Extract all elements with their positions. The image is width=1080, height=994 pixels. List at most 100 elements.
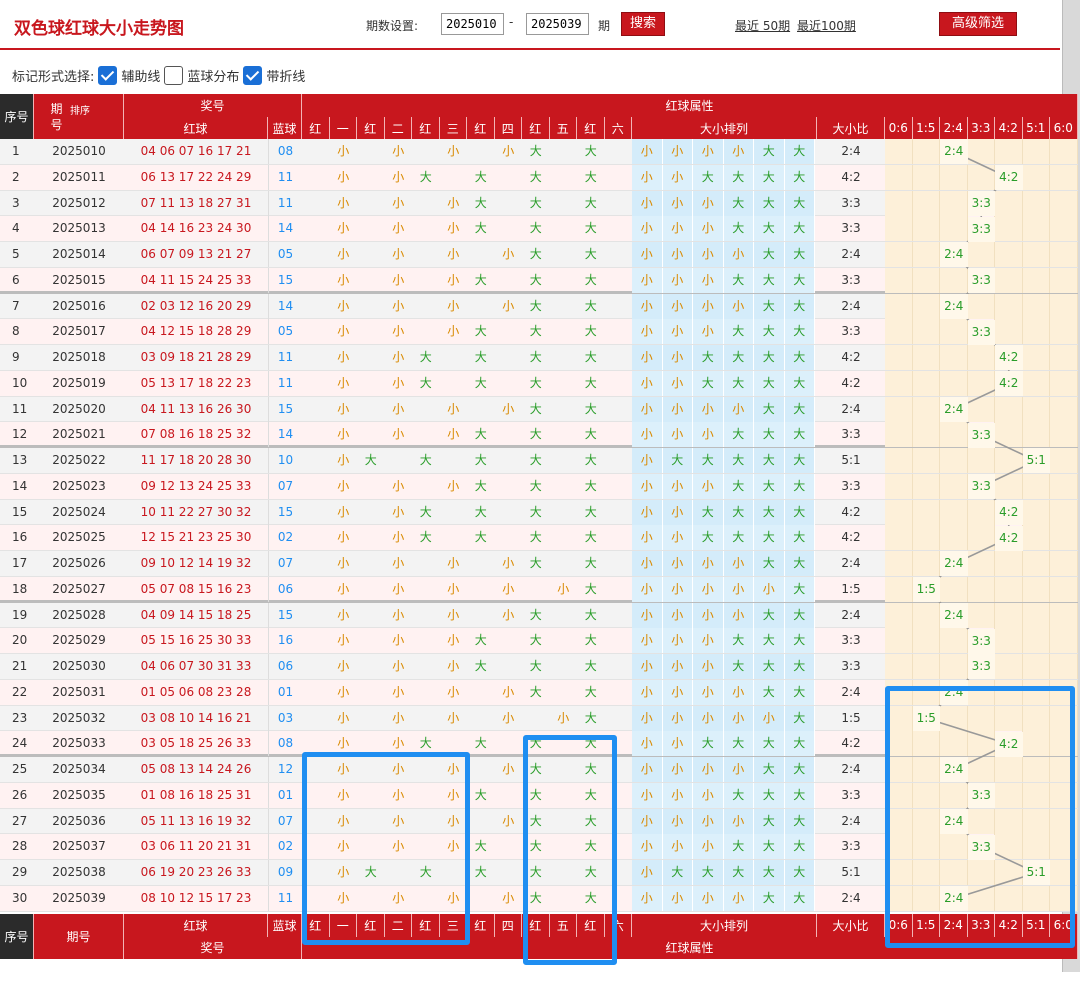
row-issue: 2025021	[52, 427, 106, 442]
pos-cell: 小	[392, 195, 405, 210]
row-red-balls: 05 15 16 25 30 33	[140, 633, 252, 648]
ratio-mark: 4:2	[995, 371, 1023, 397]
row-red-balls: 07 08 16 18 25 32	[140, 427, 252, 442]
pos-cell: 大	[529, 607, 542, 622]
size-cell: 小	[632, 164, 663, 190]
size-cell: 大	[723, 628, 754, 654]
search-button[interactable]: 搜索	[621, 12, 665, 36]
ratio-grid-cell	[885, 602, 913, 628]
pos-cell: 小	[447, 710, 460, 725]
pos-cell: 小	[337, 478, 350, 493]
ratio-grid-cell	[967, 525, 995, 551]
row-seq: 8	[12, 324, 20, 339]
pos-cell: 小	[447, 195, 460, 210]
pos-cell: 大	[584, 581, 597, 596]
pos-cell: 小	[447, 272, 460, 287]
ratio-grid-cell	[912, 139, 940, 164]
row-red-balls: 07 11 13 18 27 31	[140, 195, 252, 210]
row-seq: 19	[12, 607, 28, 622]
pos-cell: 小	[337, 195, 350, 210]
pos-cell: 大	[419, 504, 432, 519]
pos-cell: 大	[474, 350, 487, 364]
size-cell: 小	[632, 679, 663, 705]
pos-cell: 小	[447, 581, 460, 596]
pos-cell: 大	[474, 530, 487, 545]
blue-dist-checkbox[interactable]	[164, 66, 184, 85]
size-cell: 大	[754, 448, 785, 473]
size-cell: 大	[784, 705, 815, 731]
ratio-mark: 2:4	[940, 293, 968, 319]
sort-toggle[interactable]: 排序	[70, 106, 90, 118]
row-red-balls: 05 08 13 14 24 26	[140, 762, 252, 776]
size-cell: 大	[784, 293, 815, 319]
row-seq: 29	[12, 865, 28, 879]
ratio-header: 大小比	[817, 117, 885, 139]
ratio-mark: 2:4	[940, 396, 968, 422]
ratio-grid-cell	[1050, 139, 1078, 164]
row-issue: 2025024	[52, 504, 106, 519]
pos-cell: 大	[529, 504, 542, 519]
row-red-balls: 09 10 12 14 19 32	[140, 556, 252, 570]
size-cell: 大	[693, 731, 724, 757]
row-issue: 2025037	[52, 839, 106, 854]
issue-header-bottom: 号	[50, 117, 63, 132]
red-ball-header: 红球	[124, 117, 268, 139]
row-seq: 4	[12, 221, 20, 236]
from-issue-input[interactable]	[441, 13, 504, 35]
row-blue-ball: 02	[268, 525, 302, 551]
ratio-grid-cell	[940, 345, 968, 370]
size-cell: 小	[693, 293, 724, 319]
size-cell: 小	[632, 242, 663, 267]
row-issue: 2025019	[52, 375, 106, 390]
pos-cell: 小	[337, 607, 350, 622]
size-cell: 大	[784, 731, 815, 757]
row-issue: 2025028	[52, 607, 106, 622]
size-cell: 小	[693, 319, 724, 345]
ratio-grid-cell	[885, 654, 913, 679]
last-100-link[interactable]: 最近100期	[797, 17, 856, 34]
size-cell: 大	[723, 782, 754, 808]
size-cell: 大	[784, 757, 815, 782]
ratio-mark: 2:4	[940, 242, 968, 268]
size-cell: 大	[754, 396, 785, 422]
ratio-grid-cell	[940, 190, 968, 216]
pos-cell: 大	[529, 247, 542, 261]
ratio-mark: 2:4	[940, 139, 968, 165]
pos-cell: 小	[337, 324, 350, 339]
ratio-grid-cell	[1022, 242, 1050, 267]
size-cell: 小	[662, 422, 693, 448]
size-cell: 小	[662, 576, 693, 602]
size-order-header: 大小排列	[632, 117, 817, 139]
polyline-checkbox[interactable]	[243, 66, 263, 85]
size-cell: 小	[632, 654, 663, 679]
row-issue: 2025033	[52, 736, 106, 751]
row-ratio: 2:4	[841, 890, 861, 905]
row-red-balls: 05 13 17 18 22 23	[140, 375, 252, 390]
ratio-grid-cell	[885, 396, 913, 422]
size-cell: 小	[723, 705, 754, 731]
row-seq: 10	[12, 375, 28, 390]
ratio-grid-cell	[912, 422, 940, 448]
pos-cell: 小	[337, 247, 350, 261]
advanced-filter-button[interactable]: 高级筛选	[939, 12, 1017, 36]
pos-cell: 小	[447, 427, 460, 442]
size-cell: 大	[754, 551, 785, 576]
size-cell: 大	[754, 473, 785, 499]
ratio-grid-cell	[885, 448, 913, 473]
ratio-grid-cell	[1050, 654, 1078, 679]
size-cell: 小	[693, 576, 724, 602]
pos-cell: 大	[474, 839, 487, 854]
last-50-link[interactable]: 最近 50期	[735, 17, 790, 34]
row-blue-ball: 06	[268, 576, 302, 602]
to-issue-input[interactable]	[526, 13, 589, 35]
size-cell: 大	[723, 499, 754, 525]
row-issue: 2025038	[52, 865, 106, 879]
row-seq: 24	[12, 736, 28, 751]
pos-cell: 大	[529, 684, 542, 699]
ratio-grid-cell	[1022, 139, 1050, 164]
size-cell: 大	[693, 499, 724, 525]
aux-line-checkbox[interactable]	[98, 66, 118, 85]
size-cell: 大	[754, 885, 785, 911]
row-ratio: 3:3	[841, 478, 861, 493]
ratio-grid-cell	[940, 448, 968, 473]
